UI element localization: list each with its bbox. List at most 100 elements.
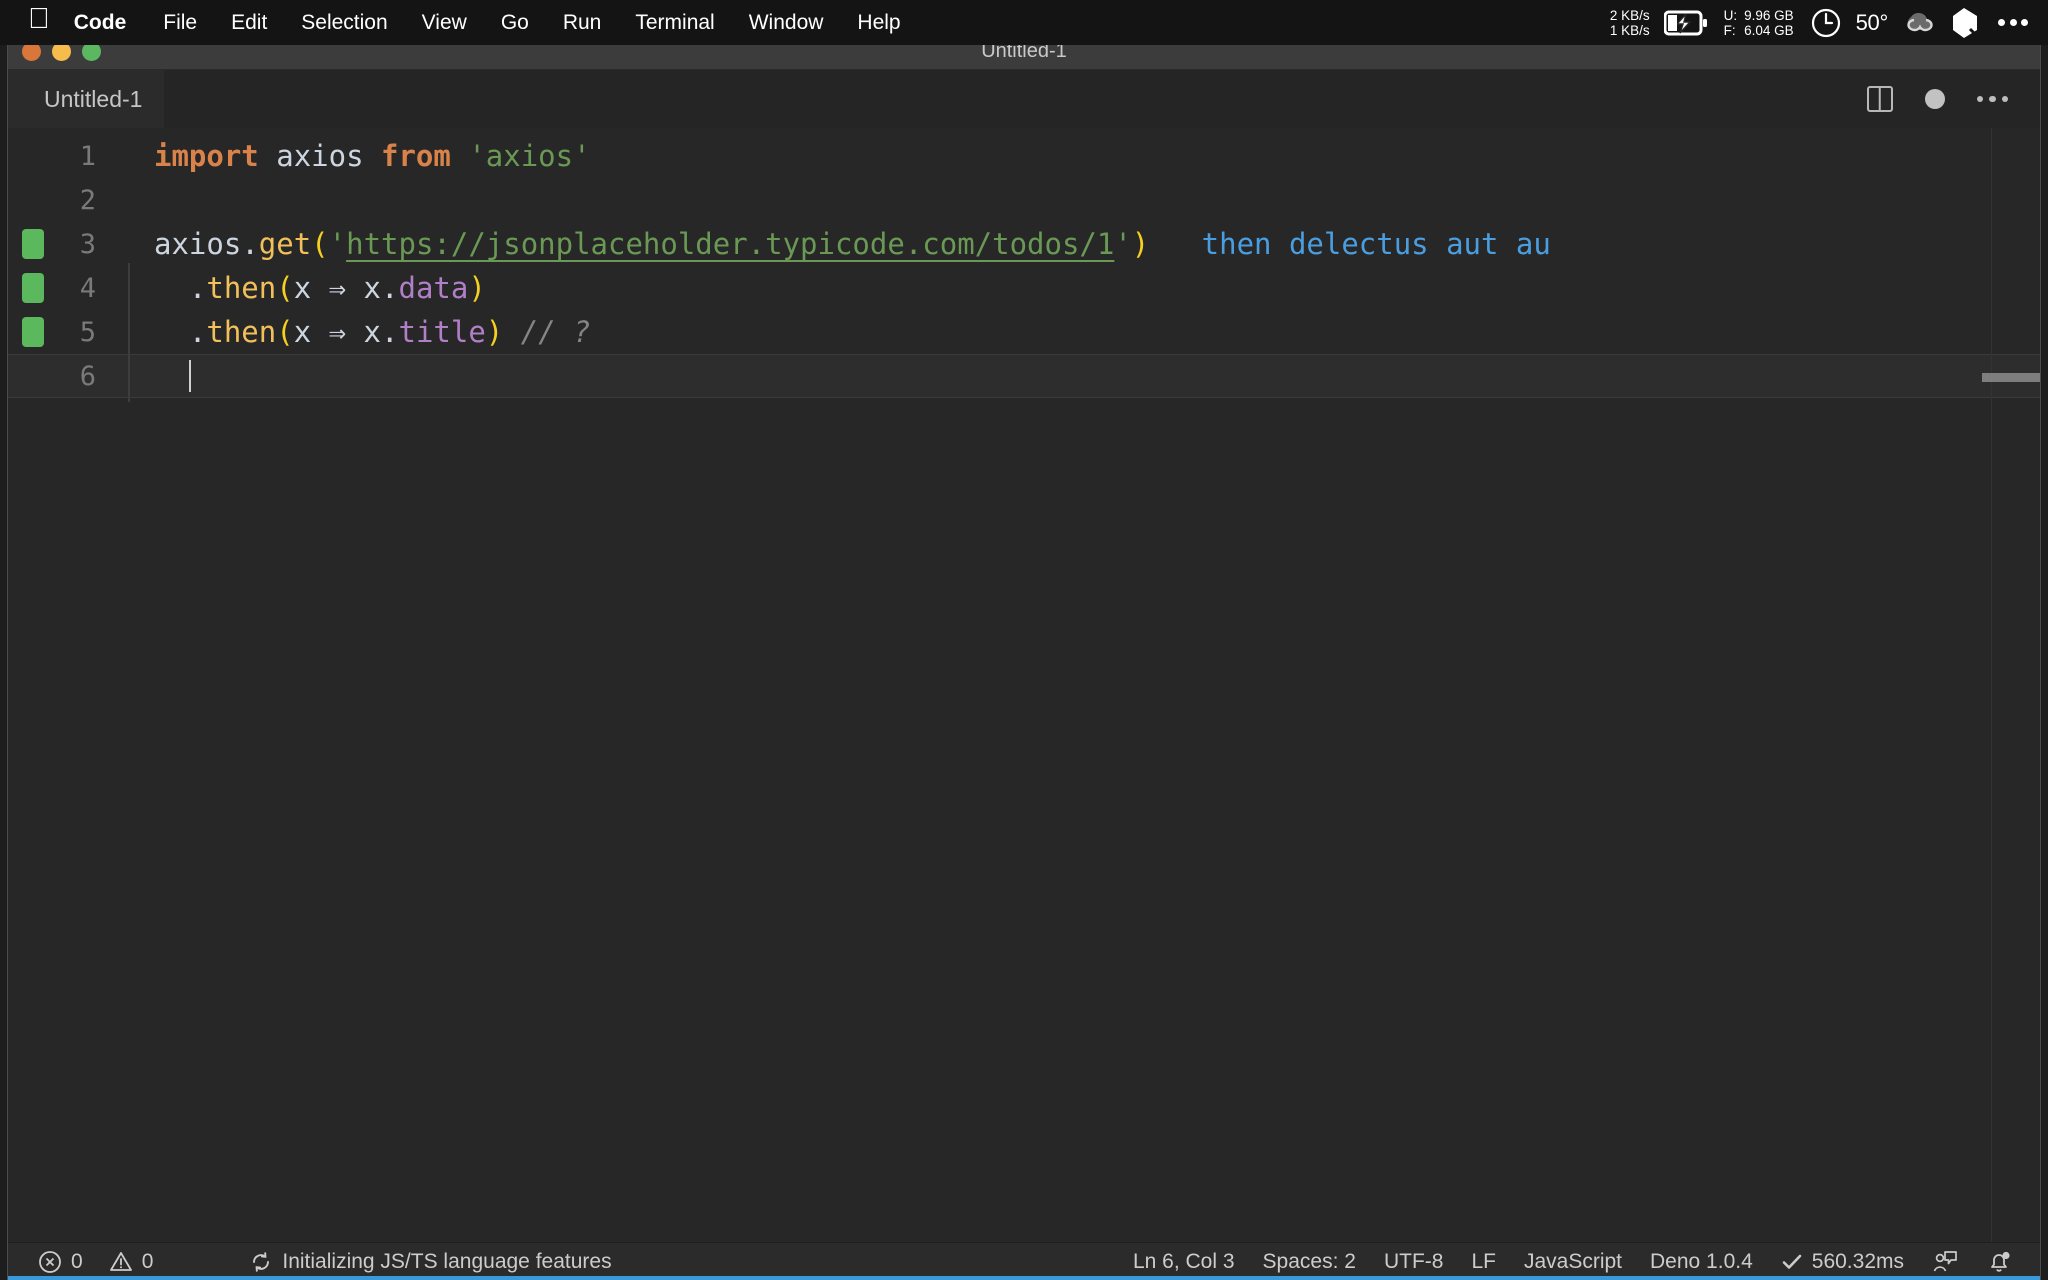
editor-scrollbar[interactable] [1982,373,2040,382]
tab-untitled-1[interactable]: Untitled-1 [8,70,165,128]
bell-dot-icon[interactable] [1972,1249,2026,1275]
menu-item-go[interactable]: Go [484,11,546,35]
timing-value: 560.32ms [1811,1249,1904,1273]
warning-triangle-icon [109,1250,133,1274]
dot [2021,19,2028,26]
menu-item-edit[interactable]: Edit [214,11,284,35]
unsaved-dot-icon[interactable] [1924,89,1945,109]
menu-item-file[interactable]: File [146,11,214,35]
split-editor-icon[interactable] [1866,86,1893,112]
encoding-setting[interactable]: UTF-8 [1370,1250,1458,1274]
sync-spinner-icon [249,1250,273,1274]
dot [1998,19,2005,26]
tab-label: Untitled-1 [44,85,143,112]
code-line[interactable]: 2 [8,178,2040,222]
language-mode[interactable]: JavaScript [1510,1250,1636,1274]
code-token: ' [328,227,347,261]
network-download-rate: 2 KB/s [1609,7,1650,23]
menu-item-terminal[interactable]: Terminal [618,11,731,35]
line-content: .then(x ⇒ x.data) [118,263,486,313]
code-token: . [188,315,207,349]
cloud-sync-icon[interactable] [1902,8,1936,38]
code-token[interactable]: https://jsonplaceholder.typicode.com/tod… [346,227,1114,261]
code-token: ( [276,315,294,349]
git-added-marker-icon [22,229,44,259]
runtime-version[interactable]: Deno 1.0.4 [1636,1250,1767,1274]
menu-item-window[interactable]: Window [732,11,841,35]
code-line[interactable]: 3 axios.get('https://jsonplaceholder.typi… [8,222,2040,266]
code-token: get [258,227,312,261]
dot [2001,95,2008,103]
code-token: ⇒ [328,271,347,305]
eol-setting[interactable]: LF [1457,1250,1510,1274]
clock-icon[interactable] [1810,7,1842,39]
line-number: 1 [79,140,96,172]
code-token: then delectus aut au [1149,227,1551,261]
code-token: data [398,271,469,305]
editor-actions [1866,86,2041,112]
menu-item-view[interactable]: View [405,11,484,35]
cursor-position[interactable]: Ln 6, Col 3 [1119,1250,1249,1274]
pentagon-icon[interactable] [1950,7,1978,39]
line-content: import axios from 'axios' [118,139,591,173]
code-token: . [381,271,399,305]
code-token: ) [468,271,486,305]
code-token: ' [1114,227,1132,261]
warning-count: 0 [141,1249,154,1273]
feedback-person-icon[interactable] [1918,1249,1972,1275]
temperature-indicator[interactable]: 50° [1856,10,1889,36]
code-token: . [381,315,399,349]
code-token: ) [1131,227,1150,261]
indentation-setting[interactable]: Spaces: 2 [1249,1250,1370,1274]
git-added-marker-icon [22,317,44,347]
code-token: then [206,271,277,305]
code-line[interactable]: 1 import axios from 'axios' [8,134,2040,178]
more-actions-icon[interactable] [1976,95,2008,103]
dot [2009,19,2017,26]
more-dots-icon[interactable] [1998,19,2028,26]
line-content: .then(x ⇒ x.title) // ? [118,307,591,357]
menu-item-code[interactable]: Code [74,11,147,35]
line-content: axios.get('https://jsonplaceholder.typic… [118,227,1551,261]
battery-charging-icon[interactable] [1663,10,1708,36]
timing-indicator[interactable]: 560.32ms [1767,1250,1918,1274]
code-token: x [346,271,382,305]
macos-menu-bar:  CodeFileEditSelectionViewGoRunTerminal… [0,0,2048,45]
menu-item-run[interactable]: Run [546,11,619,35]
code-editor[interactable]: 1 import axios from 'axios' 2 3 axios.get('h… [8,128,2040,1242]
line-number: 6 [79,360,96,392]
line-content [118,350,191,402]
menu-bar-status-items: 2 KB/s 1 KB/s U: F: 9.96 GB 6.04 GB 50° [1610,0,2048,45]
menu-item-help[interactable]: Help [840,11,917,35]
code-token: . [188,271,207,305]
code-lines: 1 import axios from 'axios' 2 3 axios.get('h… [8,128,2040,402]
status-bar: 0 0 Initializing JS/TS language features… [8,1242,2040,1280]
background-task-indicator[interactable]: Initializing JS/TS language features [235,1250,625,1274]
vscode-window: Untitled-1 Untitled-1 1 import axios from… [8,34,2040,1280]
code-token: x [293,271,329,305]
code-token: x [293,315,329,349]
network-speed-indicator[interactable]: 2 KB/s 1 KB/s [1610,8,1650,38]
code-token: import [154,139,259,173]
code-token: axios [154,227,242,261]
memory-used-label: U: [1723,7,1738,23]
code-line[interactable]: 4 .then(x ⇒ x.data) [8,263,2040,313]
code-line[interactable]: 5 .then(x ⇒ x.title) // ? [8,307,2040,357]
code-line[interactable]: 6 [8,350,2040,402]
line-number: 2 [79,184,96,216]
code-token: ) [485,315,504,349]
indent-guide [128,350,130,402]
apple-logo-icon[interactable]:  [28,5,50,34]
problems-indicator[interactable]: 0 0 [24,1250,167,1274]
memory-indicator[interactable]: U: F: 9.96 GB 6.04 GB [1724,8,1794,38]
menu-item-selection[interactable]: Selection [284,11,404,35]
dot [1989,95,1996,103]
memory-free-label: F: [1723,22,1736,38]
code-token: ( [311,227,329,261]
minimap-divider [1991,128,1992,1242]
